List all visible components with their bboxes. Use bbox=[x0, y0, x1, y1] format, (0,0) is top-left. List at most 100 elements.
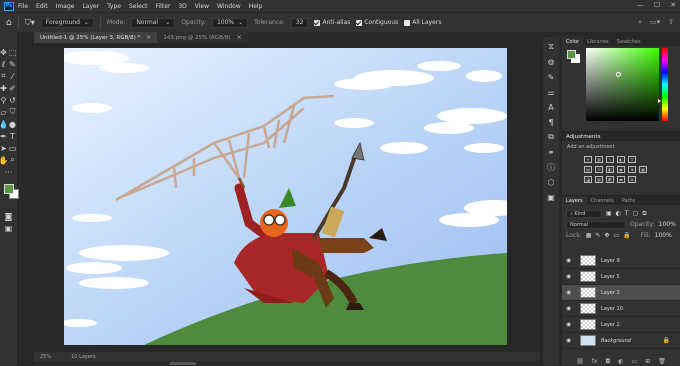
menu-filter[interactable]: Filter bbox=[156, 3, 171, 10]
maximize-icon[interactable]: ☐ bbox=[654, 1, 660, 9]
blend-mode-dropdown[interactable]: Normal bbox=[566, 220, 626, 229]
clone-stamp-tool-icon[interactable]: ⚲ bbox=[0, 94, 8, 106]
visibility-eye-icon[interactable]: ◉ bbox=[566, 289, 574, 296]
layer-opacity-value[interactable]: 100% bbox=[659, 221, 676, 228]
menu-select[interactable]: Select bbox=[129, 3, 148, 10]
blur-tool-icon[interactable]: 💧 bbox=[0, 118, 8, 130]
layer-filter-dropdown[interactable]: ⌕ Kind bbox=[566, 209, 602, 218]
history-panel-icon[interactable]: ⧖ bbox=[545, 41, 557, 53]
antialias-checkbox[interactable]: Anti-alias bbox=[314, 19, 350, 26]
menu-3d[interactable]: 3D bbox=[178, 3, 186, 10]
delete-layer-icon[interactable]: 🗑 bbox=[658, 358, 666, 365]
scroll-thumb[interactable] bbox=[170, 362, 196, 365]
visibility-eye-icon[interactable]: ◉ bbox=[566, 337, 574, 344]
adjustment-layer-icon[interactable]: ◐ bbox=[618, 358, 623, 365]
tab-layers[interactable]: Layers bbox=[562, 196, 587, 205]
layer-row[interactable]: ◉ Layer 10 bbox=[562, 301, 680, 317]
menu-layer[interactable]: Layer bbox=[82, 3, 99, 10]
more-tools-icon[interactable]: ··· bbox=[2, 166, 16, 178]
lock-artboard-icon[interactable]: ▭ bbox=[613, 232, 619, 239]
tab-143-png[interactable]: 143.png @ 25% (RGB/8) × bbox=[157, 32, 248, 43]
new-group-icon[interactable]: ▭ bbox=[631, 358, 637, 365]
picker-cursor[interactable] bbox=[616, 72, 621, 77]
close-icon[interactable]: × bbox=[237, 34, 242, 41]
properties-panel-icon[interactable]: ⚙ bbox=[545, 56, 557, 68]
selective-color-icon[interactable]: ◍ bbox=[628, 176, 636, 183]
tab-untitled-1[interactable]: Untitled-1 @ 25% (Layer 3, RGB/8) * × bbox=[34, 32, 158, 43]
crop-tool-icon[interactable]: ⌗ bbox=[0, 70, 8, 82]
exposure-icon[interactable]: ◐ bbox=[617, 156, 625, 163]
brush-tool-icon[interactable]: ✐ bbox=[9, 82, 17, 94]
layer-name[interactable]: Layer 3 bbox=[601, 290, 620, 296]
invert-icon[interactable]: ◪ bbox=[584, 176, 592, 183]
close-icon[interactable]: ✕ bbox=[670, 1, 676, 9]
contiguous-checkbox[interactable]: Contiguous bbox=[356, 19, 398, 26]
menu-file[interactable]: File bbox=[18, 3, 28, 10]
layer-name[interactable]: Layer 10 bbox=[601, 306, 623, 312]
posterize-icon[interactable]: ▨ bbox=[595, 176, 603, 183]
home-icon[interactable]: ⌂ bbox=[6, 18, 12, 28]
tolerance-field[interactable]: 32 bbox=[290, 17, 309, 28]
color-lookup-icon[interactable]: ▦ bbox=[639, 166, 647, 173]
channel-mixer-icon[interactable]: ⊕ bbox=[628, 166, 636, 173]
layer-style-icon[interactable]: fx bbox=[592, 358, 598, 365]
zoom-tool-icon[interactable]: ⌕ bbox=[9, 154, 17, 166]
hue-slider[interactable] bbox=[662, 48, 668, 121]
layer-row-selected[interactable]: ◉ Layer 3 bbox=[562, 285, 680, 301]
document-info[interactable]: 10 Layers bbox=[71, 354, 96, 360]
filter-type-icon[interactable]: T bbox=[625, 210, 629, 217]
rectangle-tool-icon[interactable]: ▭ bbox=[9, 142, 17, 154]
vibrance-icon[interactable]: ▽ bbox=[628, 156, 636, 163]
type-tool-icon[interactable]: T bbox=[9, 130, 17, 142]
layer-name[interactable]: Layer 9 bbox=[601, 258, 620, 264]
mode-dropdown[interactable]: Normal ⌄ bbox=[131, 17, 176, 28]
hand-tool-icon[interactable]: ✋ bbox=[0, 154, 8, 166]
minimize-icon[interactable]: — bbox=[637, 1, 644, 9]
lasso-tool-icon[interactable]: ℓ bbox=[0, 58, 8, 70]
search-icon[interactable]: ⌕ bbox=[638, 18, 642, 27]
tab-libraries[interactable]: Libraries bbox=[583, 37, 613, 46]
healing-brush-tool-icon[interactable]: ✚ bbox=[0, 82, 8, 94]
image-panel-icon[interactable]: ▣ bbox=[545, 191, 557, 203]
workspace-icon[interactable]: ▭▾ bbox=[650, 18, 660, 27]
vertical-scrollbar[interactable] bbox=[536, 43, 540, 352]
character-panel-icon[interactable]: A bbox=[545, 101, 557, 113]
brightness-contrast-icon[interactable]: ☀ bbox=[584, 156, 592, 163]
curves-icon[interactable]: ∿ bbox=[606, 156, 614, 163]
new-layer-icon[interactable]: ⊞ bbox=[645, 358, 650, 365]
libraries-icon[interactable]: ⬡ bbox=[545, 176, 557, 188]
layer-name[interactable]: Layer 2 bbox=[601, 322, 620, 328]
filter-smart-object-icon[interactable]: ⧉ bbox=[642, 210, 646, 218]
levels-icon[interactable]: ▥ bbox=[595, 156, 603, 163]
layer-name[interactable]: Layer 5 bbox=[601, 274, 620, 280]
hue-slider-handle[interactable] bbox=[658, 99, 661, 103]
color-swatches[interactable] bbox=[0, 182, 19, 204]
layer-name[interactable]: Background bbox=[601, 338, 631, 344]
all-layers-checkbox[interactable]: All Layers bbox=[404, 19, 441, 26]
filter-pixel-icon[interactable]: ▣ bbox=[606, 210, 612, 217]
layer-row[interactable]: ◉ Layer 2 bbox=[562, 317, 680, 333]
brush-settings-icon[interactable]: ✎ bbox=[545, 71, 557, 83]
photo-filter-icon[interactable]: ◉ bbox=[617, 166, 625, 173]
layer-row[interactable]: ◉ Background 🔒 bbox=[562, 333, 680, 349]
info-panel-icon[interactable]: ⓘ bbox=[545, 161, 557, 173]
history-brush-tool-icon[interactable]: ↺ bbox=[9, 94, 17, 106]
marquee-tool-icon[interactable]: ⬚ bbox=[9, 46, 17, 58]
color-balance-icon[interactable]: ⚖ bbox=[595, 166, 603, 173]
zoom-level[interactable]: 25% bbox=[40, 354, 51, 360]
menu-image[interactable]: Image bbox=[56, 3, 75, 10]
menu-window[interactable]: Window bbox=[217, 3, 241, 10]
add-mask-icon[interactable]: ◘ bbox=[605, 358, 610, 365]
canvas-artwork[interactable] bbox=[64, 48, 507, 345]
lock-position-icon[interactable]: ✥ bbox=[604, 232, 609, 239]
black-white-icon[interactable]: ◧ bbox=[606, 166, 614, 173]
threshold-icon[interactable]: ◩ bbox=[606, 176, 614, 183]
opacity-field[interactable]: 100% ⌄ bbox=[211, 17, 249, 28]
menu-help[interactable]: Help bbox=[249, 3, 263, 10]
menu-edit[interactable]: Edit bbox=[36, 3, 48, 10]
path-select-tool-icon[interactable]: ➤ bbox=[0, 142, 8, 154]
gradient-map-icon[interactable]: ▬ bbox=[617, 176, 625, 183]
color-picker-field[interactable] bbox=[586, 48, 659, 121]
foreground-color-swatch[interactable] bbox=[3, 184, 14, 194]
fill-source-dropdown[interactable]: Foreground ⌄ bbox=[40, 17, 94, 28]
